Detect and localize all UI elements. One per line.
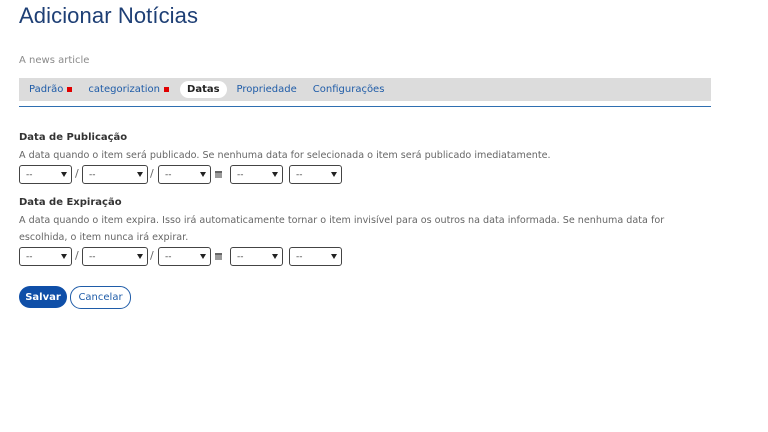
- publication-month-select[interactable]: --: [82, 165, 148, 184]
- expiration-year-select[interactable]: --: [158, 247, 211, 266]
- date-separator: /: [75, 249, 79, 262]
- expiration-date-label: Data de Expiração: [19, 197, 122, 208]
- select-value: --: [237, 169, 244, 180]
- select-value: --: [89, 169, 96, 180]
- publication-minute-select[interactable]: --: [289, 165, 342, 184]
- tab-label: Datas: [187, 84, 220, 95]
- page-title: Adicionar Notícias: [19, 3, 199, 28]
- select-value: --: [165, 251, 172, 262]
- date-separator: /: [75, 167, 79, 180]
- select-value: --: [26, 169, 33, 180]
- expiration-day-select[interactable]: --: [19, 247, 72, 266]
- chevron-down-icon: [200, 254, 206, 259]
- tab-propriedade[interactable]: Propriedade: [231, 81, 303, 98]
- select-value: --: [237, 251, 244, 262]
- tab-bar: Padrão categorization Datas Propriedade …: [19, 78, 711, 101]
- tab-categorization[interactable]: categorization: [82, 81, 175, 98]
- chevron-down-icon: [61, 254, 67, 259]
- tab-configuracoes[interactable]: Configurações: [307, 81, 391, 98]
- chevron-down-icon: [272, 254, 278, 259]
- cancel-button[interactable]: Cancelar: [70, 286, 131, 309]
- chevron-down-icon: [137, 172, 143, 177]
- save-button[interactable]: Salvar: [19, 286, 67, 308]
- select-value: --: [89, 251, 96, 262]
- tab-label: categorization: [88, 84, 161, 95]
- select-value: --: [26, 251, 33, 262]
- publication-day-select[interactable]: --: [19, 165, 72, 184]
- select-value: --: [296, 251, 303, 262]
- tab-underline: [19, 106, 711, 107]
- chevron-down-icon: [200, 172, 206, 177]
- publication-hour-select[interactable]: --: [230, 165, 283, 184]
- expiration-hour-select[interactable]: --: [230, 247, 283, 266]
- tab-label: Configurações: [312, 84, 385, 95]
- tab-datas[interactable]: Datas: [180, 81, 227, 98]
- page-description: A news article: [19, 55, 90, 66]
- tab-label: Padrão: [29, 84, 64, 95]
- chevron-down-icon: [272, 172, 278, 177]
- chevron-down-icon: [61, 172, 67, 177]
- tab-padrao[interactable]: Padrão: [23, 81, 78, 98]
- calendar-icon[interactable]: [215, 171, 222, 178]
- expiration-date-help: A data quando o item expira. Isso irá au…: [19, 215, 665, 243]
- add-news-form: Adicionar Notícias A news article Padrão…: [0, 0, 768, 432]
- tab-label: Propriedade: [236, 84, 297, 95]
- publication-date-label: Data de Publicação: [19, 132, 128, 143]
- calendar-icon[interactable]: [215, 253, 222, 260]
- required-marker: [67, 87, 73, 92]
- date-separator: /: [150, 167, 154, 180]
- publication-year-select[interactable]: --: [158, 165, 211, 184]
- chevron-down-icon: [331, 254, 337, 259]
- required-marker: [164, 87, 170, 92]
- publication-date-help: A data quando o item será publicado. Se …: [19, 150, 551, 161]
- chevron-down-icon: [331, 172, 337, 177]
- expiration-month-select[interactable]: --: [82, 247, 148, 266]
- select-value: --: [165, 169, 172, 180]
- select-value: --: [296, 169, 303, 180]
- expiration-minute-select[interactable]: --: [289, 247, 342, 266]
- chevron-down-icon: [137, 254, 143, 259]
- date-separator: /: [150, 249, 154, 262]
